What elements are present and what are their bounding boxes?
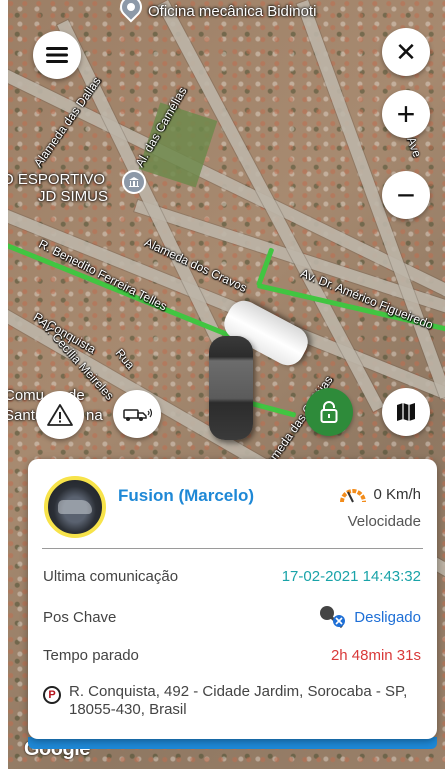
vehicle-info-card: Fusion (Marcelo) 0 Km/h Velocidade Ultim… <box>28 459 437 739</box>
street-label-ave: Ave <box>404 134 425 160</box>
car-key-icon <box>320 606 346 629</box>
poi-label-esportivo-2: JD SIMUS <box>38 188 109 205</box>
vehicle-marker-black[interactable] <box>209 336 253 440</box>
divider <box>42 548 423 549</box>
menu-button[interactable] <box>33 31 81 79</box>
row-stopped-time: Tempo parado 2h 48min 31s <box>43 647 421 664</box>
key-value: Desligado <box>354 608 421 626</box>
parking-icon: P <box>43 686 61 704</box>
tow-truck-icon <box>123 408 152 421</box>
speed-display: 0 Km/h <box>339 486 421 503</box>
address-row: P R. Conquista, 492 - Cidade Jardim, Sor… <box>43 683 421 719</box>
poi-label-esportivo-1: O ESPORTIVO <box>8 171 106 188</box>
address-text: R. Conquista, 492 - Cidade Jardim, Soroc… <box>69 683 408 718</box>
map-icon <box>397 403 415 421</box>
poi-label-oficina: Oficina mecânica Bidinoti <box>148 3 317 20</box>
vehicle-name[interactable]: Fusion (Marcelo) <box>118 486 254 506</box>
key-status: Desligado <box>318 605 421 629</box>
lock-button[interactable] <box>305 388 353 436</box>
stopped-value: 2h 48min 31s <box>330 647 421 664</box>
row-last-communication: Ultima comunicação 17-02-2021 14:43:32 <box>43 568 421 585</box>
map-type-button[interactable] <box>382 388 430 436</box>
close-icon: ✕ <box>395 37 417 67</box>
speed-value: 0 Km/h <box>373 486 421 503</box>
street-label-rua: Rua <box>112 346 138 372</box>
plus-icon: + <box>396 96 416 132</box>
speed-caption: Velocidade <box>347 513 421 530</box>
poi-label-na: na <box>86 407 103 424</box>
alert-button[interactable] <box>36 391 84 439</box>
padlock-icon <box>320 401 338 423</box>
zoom-in-button[interactable]: + <box>382 90 430 138</box>
stopped-label: Tempo parado <box>43 647 139 664</box>
route-line <box>246 400 297 418</box>
menu-icon <box>46 47 68 63</box>
last-comm-value: 17-02-2021 14:43:32 <box>281 568 421 585</box>
close-button[interactable]: ✕ <box>382 28 430 76</box>
speedometer-icon <box>340 488 367 502</box>
zoom-out-button[interactable]: − <box>382 171 430 219</box>
tow-truck-button[interactable] <box>113 390 161 438</box>
minus-icon: − <box>396 177 416 213</box>
vehicle-avatar[interactable] <box>44 476 106 538</box>
left-edge-strip <box>0 0 8 769</box>
key-label: Pos Chave <box>43 608 117 626</box>
museum-pin-icon[interactable] <box>122 170 146 194</box>
last-comm-label: Ultima comunicação <box>43 568 179 585</box>
warning-triangle-icon <box>47 404 73 426</box>
map-pin-icon[interactable] <box>115 0 147 23</box>
row-key-position: Pos Chave Desligado <box>43 605 421 629</box>
